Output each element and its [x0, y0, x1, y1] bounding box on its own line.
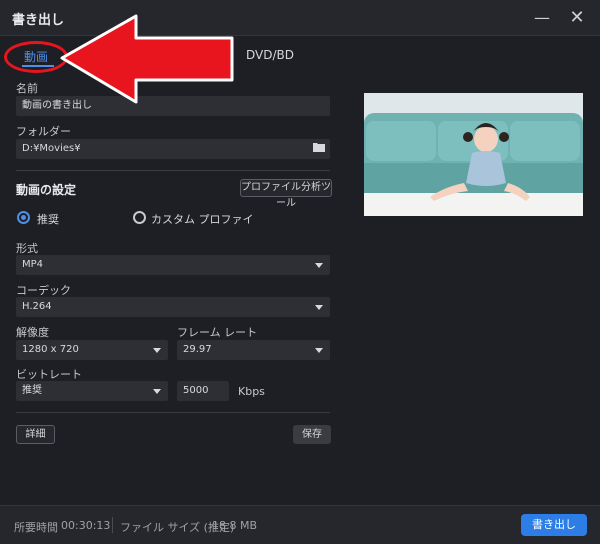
framerate-value: 29.97 — [183, 344, 212, 355]
resolution-label: 解像度 — [16, 326, 49, 339]
bitrate-mode-select[interactable]: 推奨 — [16, 381, 168, 401]
format-select[interactable]: MP4 — [16, 255, 330, 275]
time-label: 所要時間 — [14, 521, 58, 534]
resolution-select[interactable]: 1280 x 720 — [16, 340, 168, 360]
video-preview — [364, 93, 583, 216]
folder-path: D:¥Movies¥ — [22, 143, 81, 154]
divider — [16, 412, 330, 413]
bitrate-input[interactable]: 5000 — [177, 381, 229, 401]
radio-custom-label: カスタム プロファイ — [151, 213, 254, 226]
footer-divider — [112, 517, 113, 533]
chevron-down-icon[interactable] — [310, 340, 328, 360]
minimize-icon[interactable]: — — [530, 6, 554, 30]
export-button[interactable]: 書き出し — [521, 514, 587, 536]
video-settings-title: 動画の設定 — [16, 183, 77, 197]
codec-value: H.264 — [22, 301, 52, 312]
preview-thumbnail — [364, 93, 583, 216]
detail-button[interactable]: 詳細 — [16, 425, 55, 444]
chevron-down-icon[interactable] — [310, 297, 328, 317]
bitrate-unit: Kbps — [238, 385, 265, 398]
format-label: 形式 — [16, 242, 38, 255]
save-button[interactable]: 保存 — [293, 425, 331, 444]
folder-input[interactable]: D:¥Movies¥ — [16, 139, 330, 159]
footer-bar: 所要時間 00:30:13 ファイル サイズ (推定) 18.8 MB 書き出し — [0, 505, 600, 544]
chevron-down-icon[interactable] — [310, 255, 328, 275]
framerate-select[interactable]: 29.97 — [177, 340, 330, 360]
red-arrow-icon — [60, 14, 234, 104]
size-value: 18.8 MB — [212, 519, 258, 532]
radio-recommended[interactable] — [17, 211, 30, 224]
name-label: 名前 — [16, 82, 38, 95]
codec-select[interactable]: H.264 — [16, 297, 330, 317]
resolution-value: 1280 x 720 — [22, 344, 79, 355]
chevron-down-icon[interactable] — [148, 340, 166, 360]
time-value: 00:30:13 — [61, 519, 111, 532]
divider — [16, 170, 330, 171]
bitrate-label: ビットレート — [16, 368, 82, 381]
chevron-down-icon[interactable] — [148, 381, 166, 401]
tab-dvd-bd[interactable]: DVD/BD — [246, 48, 294, 62]
folder-label: フォルダー — [16, 125, 71, 138]
profile-analyzer-button[interactable]: プロファイル分析ツール — [240, 179, 332, 209]
bitrate-mode-value: 推奨 — [22, 385, 42, 396]
close-icon[interactable]: ✕ — [565, 6, 589, 30]
folder-icon[interactable] — [312, 142, 326, 156]
framerate-label: フレーム レート — [177, 326, 258, 339]
format-value: MP4 — [22, 259, 44, 270]
radio-custom-profile[interactable] — [133, 211, 146, 224]
radio-recommended-label: 推奨 — [37, 213, 59, 226]
codec-label: コーデック — [16, 284, 71, 297]
